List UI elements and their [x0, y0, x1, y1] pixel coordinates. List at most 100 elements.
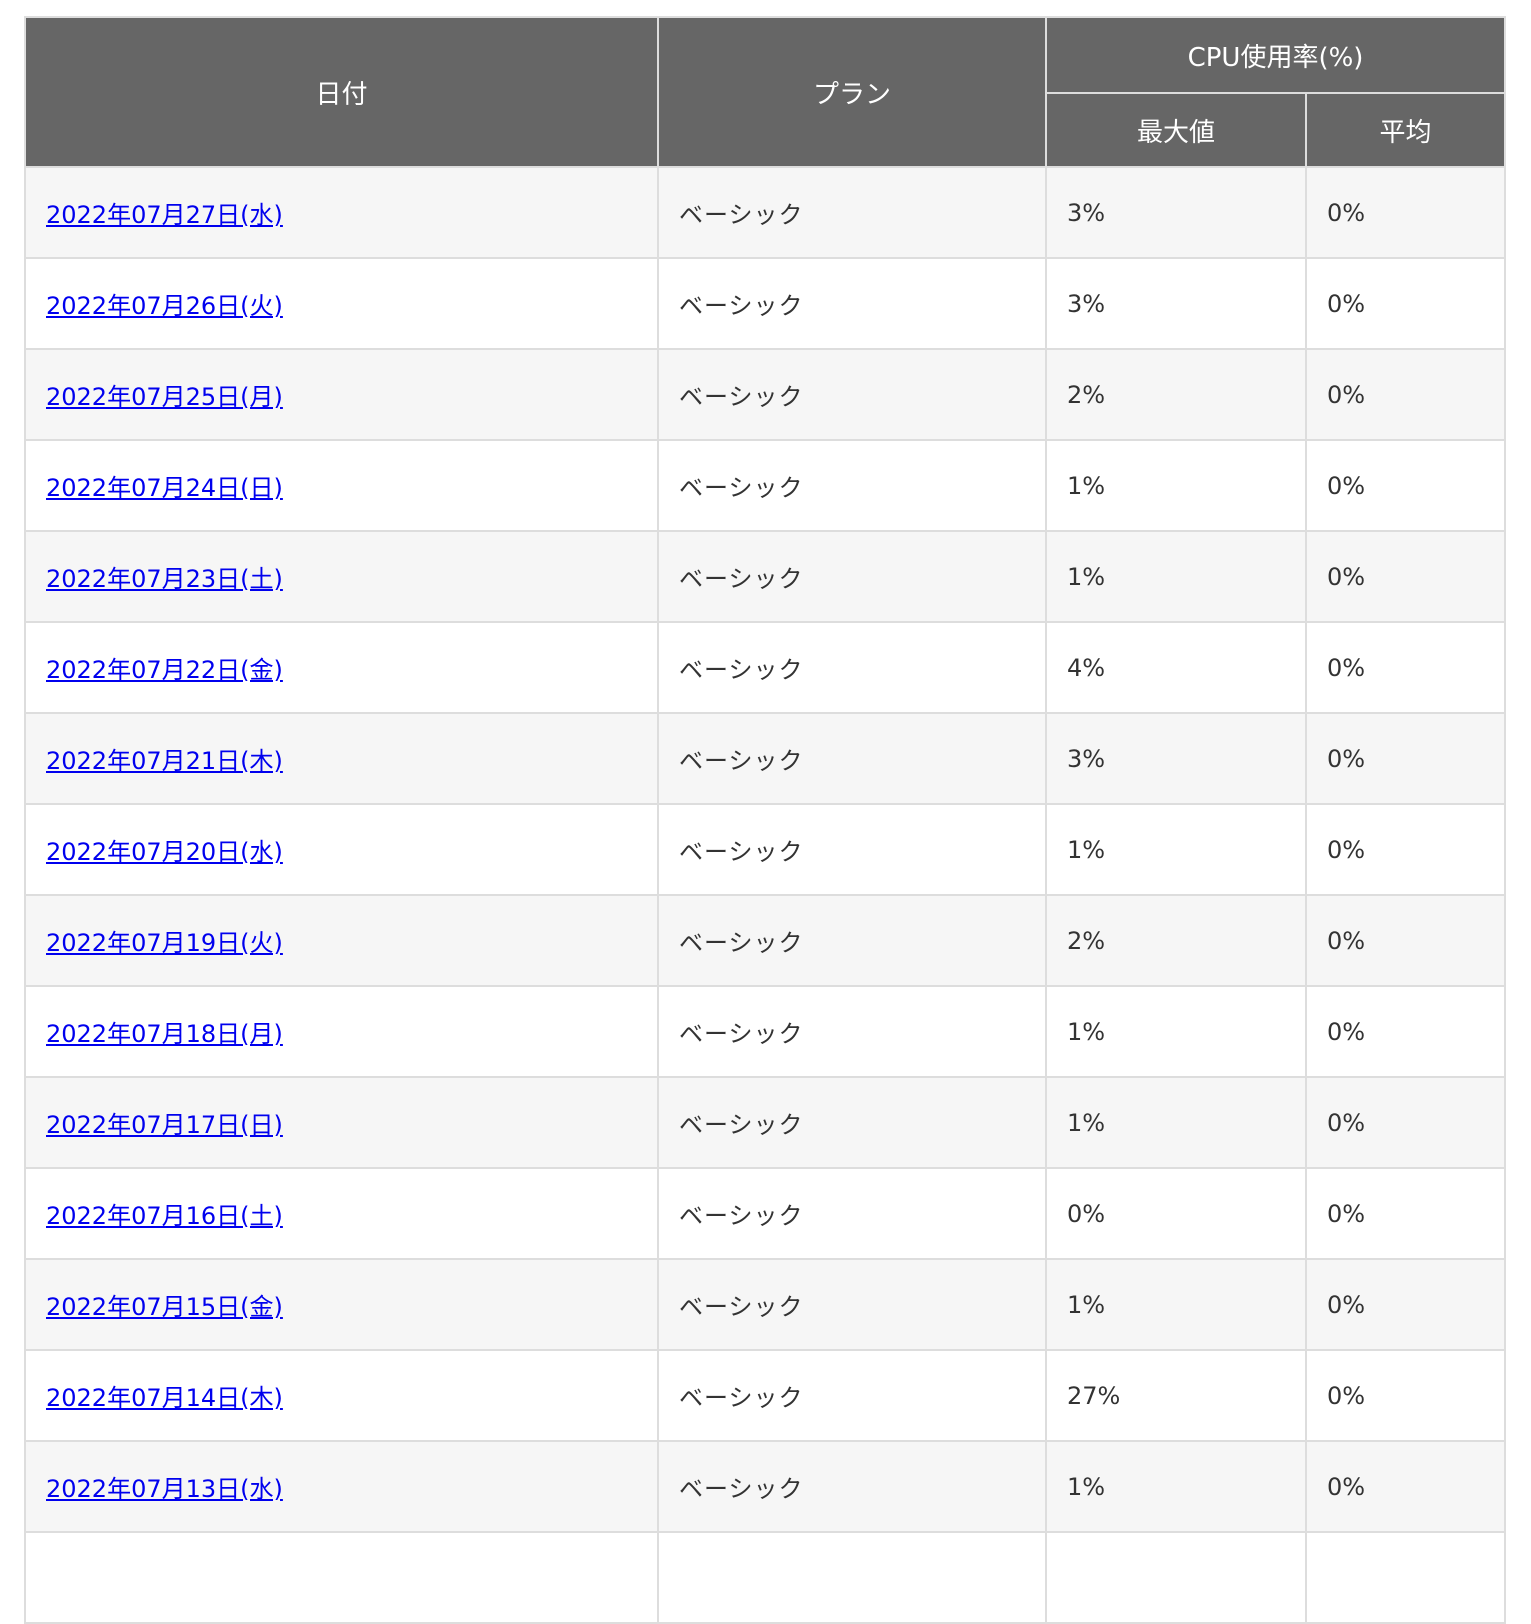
cell-date: 2022年07月15日(金)	[24, 1258, 659, 1351]
cpu-usage-table: 日付 プラン CPU使用率(%) 最大値 平均 2022年07月27日(水) ベー…	[24, 16, 1507, 1624]
table-row: 2022年07月13日(水) ベーシック 1% 0%	[24, 1440, 1507, 1533]
cell-plan: ベーシック	[657, 1349, 1047, 1442]
table-body: 2022年07月27日(水) ベーシック 3% 0% 2022年07月26日(火) ベーシ…	[24, 166, 1507, 1624]
cell-cpu-avg: 0%	[1304, 530, 1507, 623]
table-row: 2022年07月23日(土) ベーシック 1% 0%	[24, 530, 1507, 623]
cell-date	[24, 1531, 659, 1624]
cell-date: 2022年07月27日(水)	[24, 166, 659, 259]
table-row: 2022年07月17日(日) ベーシック 1% 0%	[24, 1076, 1507, 1169]
cell-cpu-max: 1%	[1045, 985, 1307, 1078]
table-row: 2022年07月18日(月) ベーシック 1% 0%	[24, 985, 1507, 1078]
date-link[interactable]: 2022年07月27日(水)	[46, 201, 283, 229]
table-row: 2022年07月15日(金) ベーシック 1% 0%	[24, 1258, 1507, 1351]
cell-plan: ベーシック	[657, 803, 1047, 896]
cell-cpu-max: 2%	[1045, 894, 1307, 987]
cell-cpu-avg	[1304, 1531, 1507, 1624]
cell-plan: ベーシック	[657, 621, 1047, 714]
cell-cpu-max: 2%	[1045, 348, 1307, 441]
date-link[interactable]: 2022年07月26日(火)	[46, 292, 283, 320]
cell-cpu-max	[1045, 1531, 1307, 1624]
cell-plan: ベーシック	[657, 439, 1047, 532]
cell-date: 2022年07月24日(日)	[24, 439, 659, 532]
cell-cpu-avg: 0%	[1304, 803, 1507, 896]
cell-plan: ベーシック	[657, 530, 1047, 623]
table-row: 2022年07月27日(水) ベーシック 3% 0%	[24, 166, 1507, 259]
header-max: 最大値	[1045, 92, 1307, 168]
cell-cpu-max: 1%	[1045, 1076, 1307, 1169]
header-date: 日付	[24, 16, 659, 168]
cell-date: 2022年07月19日(火)	[24, 894, 659, 987]
cell-date: 2022年07月26日(火)	[24, 257, 659, 350]
cell-cpu-max: 3%	[1045, 712, 1307, 805]
cell-cpu-max: 0%	[1045, 1167, 1307, 1260]
header-avg: 平均	[1304, 92, 1507, 168]
cell-cpu-avg: 0%	[1304, 257, 1507, 350]
date-link[interactable]: 2022年07月25日(月)	[46, 383, 283, 411]
table-row: 2022年07月16日(土) ベーシック 0% 0%	[24, 1167, 1507, 1260]
date-link[interactable]: 2022年07月13日(水)	[46, 1475, 283, 1503]
table-row: 2022年07月24日(日) ベーシック 1% 0%	[24, 439, 1507, 532]
cell-plan: ベーシック	[657, 1076, 1047, 1169]
date-link[interactable]: 2022年07月16日(土)	[46, 1202, 283, 1230]
cell-cpu-avg: 0%	[1304, 712, 1507, 805]
cell-cpu-max: 1%	[1045, 1258, 1307, 1351]
cell-cpu-max: 1%	[1045, 530, 1307, 623]
cell-date: 2022年07月17日(日)	[24, 1076, 659, 1169]
table-row: 2022年07月25日(月) ベーシック 2% 0%	[24, 348, 1507, 441]
cell-plan	[657, 1531, 1047, 1624]
cell-cpu-max: 3%	[1045, 166, 1307, 259]
table-row	[24, 1531, 1507, 1624]
cell-cpu-avg: 0%	[1304, 621, 1507, 714]
date-link[interactable]: 2022年07月20日(水)	[46, 838, 283, 866]
header-plan: プラン	[657, 16, 1047, 168]
table-row: 2022年07月21日(木) ベーシック 3% 0%	[24, 712, 1507, 805]
cell-date: 2022年07月16日(土)	[24, 1167, 659, 1260]
cell-plan: ベーシック	[657, 985, 1047, 1078]
date-link[interactable]: 2022年07月21日(木)	[46, 747, 283, 775]
cell-cpu-avg: 0%	[1304, 894, 1507, 987]
table-row: 2022年07月19日(火) ベーシック 2% 0%	[24, 894, 1507, 987]
cpu-usage-table-container: 日付 プラン CPU使用率(%) 最大値 平均 2022年07月27日(水) ベー…	[24, 16, 1507, 1624]
cell-date: 2022年07月18日(月)	[24, 985, 659, 1078]
cell-cpu-avg: 0%	[1304, 1258, 1507, 1351]
table-row: 2022年07月20日(水) ベーシック 1% 0%	[24, 803, 1507, 896]
cell-cpu-avg: 0%	[1304, 439, 1507, 532]
date-link[interactable]: 2022年07月23日(土)	[46, 565, 283, 593]
date-link[interactable]: 2022年07月15日(金)	[46, 1293, 283, 1321]
table-row: 2022年07月14日(木) ベーシック 27% 0%	[24, 1349, 1507, 1442]
table-row: 2022年07月22日(金) ベーシック 4% 0%	[24, 621, 1507, 714]
cell-plan: ベーシック	[657, 894, 1047, 987]
date-link[interactable]: 2022年07月17日(日)	[46, 1111, 283, 1139]
cell-cpu-max: 1%	[1045, 803, 1307, 896]
cell-plan: ベーシック	[657, 166, 1047, 259]
date-link[interactable]: 2022年07月24日(日)	[46, 474, 283, 502]
cell-cpu-max: 1%	[1045, 439, 1307, 532]
cell-date: 2022年07月22日(金)	[24, 621, 659, 714]
cell-plan: ベーシック	[657, 257, 1047, 350]
cell-plan: ベーシック	[657, 712, 1047, 805]
cell-cpu-max: 3%	[1045, 257, 1307, 350]
date-link[interactable]: 2022年07月18日(月)	[46, 1020, 283, 1048]
cell-date: 2022年07月13日(水)	[24, 1440, 659, 1533]
cell-date: 2022年07月23日(土)	[24, 530, 659, 623]
cell-cpu-avg: 0%	[1304, 985, 1507, 1078]
cell-date: 2022年07月25日(月)	[24, 348, 659, 441]
cell-plan: ベーシック	[657, 1167, 1047, 1260]
date-link[interactable]: 2022年07月22日(金)	[46, 656, 283, 684]
header-cpu-usage: CPU使用率(%)	[1044, 16, 1507, 94]
cell-cpu-avg: 0%	[1304, 1167, 1507, 1260]
cell-cpu-avg: 0%	[1304, 1349, 1507, 1442]
cell-cpu-avg: 0%	[1304, 348, 1507, 441]
cell-cpu-avg: 0%	[1304, 1076, 1507, 1169]
cell-plan: ベーシック	[657, 1440, 1047, 1533]
cell-cpu-max: 27%	[1045, 1349, 1307, 1442]
cell-plan: ベーシック	[657, 1258, 1047, 1351]
date-link[interactable]: 2022年07月14日(木)	[46, 1384, 283, 1412]
date-link[interactable]: 2022年07月19日(火)	[46, 929, 283, 957]
cell-cpu-max: 1%	[1045, 1440, 1307, 1533]
cell-date: 2022年07月20日(水)	[24, 803, 659, 896]
cell-cpu-avg: 0%	[1304, 1440, 1507, 1533]
table-row: 2022年07月26日(火) ベーシック 3% 0%	[24, 257, 1507, 350]
cell-cpu-max: 4%	[1045, 621, 1307, 714]
table-header: 日付 プラン CPU使用率(%) 最大値 平均	[24, 16, 1507, 168]
